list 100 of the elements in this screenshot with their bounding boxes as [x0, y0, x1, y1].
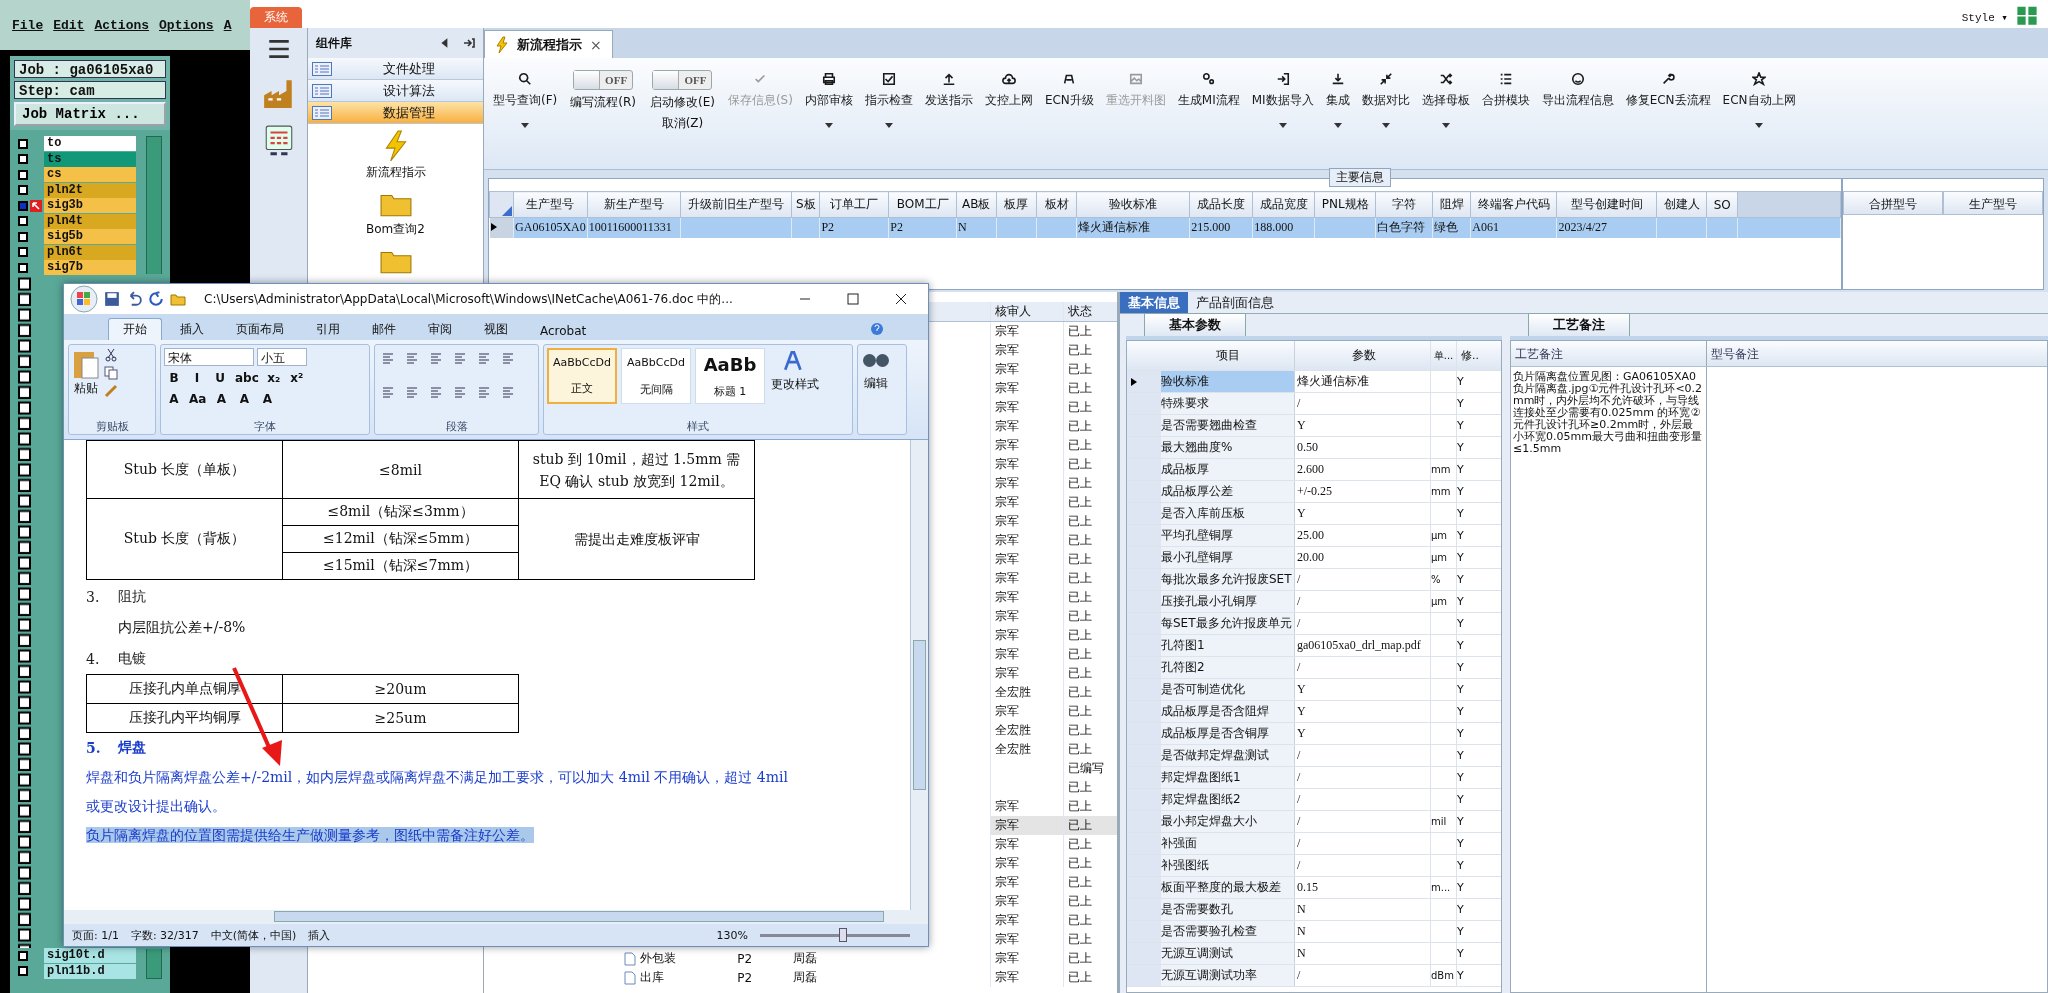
paragraph-format-icon[interactable] [429, 351, 443, 365]
brush-icon[interactable] [104, 384, 118, 398]
table-cell[interactable]: 宗军 [989, 360, 1064, 379]
table-cell[interactable]: 宗军 [989, 379, 1064, 398]
scrollbar[interactable] [64, 910, 928, 924]
table-cell[interactable]: 宗军 [989, 436, 1064, 455]
char-shading-button[interactable]: A [211, 390, 232, 408]
table-cell[interactable]: 已上 [1063, 683, 1117, 702]
column-header[interactable]: BOM工厂 [888, 191, 957, 218]
office-button[interactable] [70, 285, 98, 313]
new-flow-tile[interactable]: 新流程指示 [365, 130, 426, 181]
column-header[interactable]: 生产型号 [513, 191, 588, 218]
paragraph-format-icon[interactable] [405, 385, 419, 399]
panel-tab[interactable]: 基本参数 [1144, 313, 1246, 336]
column-header[interactable]: 单... [1431, 341, 1457, 370]
table-cell[interactable]: 宗军 [989, 854, 1064, 873]
panel-tab[interactable]: 工艺备注 [1528, 313, 1630, 336]
table-cell[interactable]: 宗军 [989, 949, 1064, 968]
paragraph-format-icon[interactable] [501, 351, 515, 365]
toolbar-button[interactable]: 指示检查 [861, 70, 916, 130]
font-color-button[interactable]: A [164, 390, 184, 408]
windows-logo-icon[interactable] [2016, 4, 2038, 26]
table-cell[interactable]: 已上 [1063, 398, 1117, 417]
toolbar-button[interactable]: 集成 [1322, 70, 1353, 130]
table-cell[interactable]: 宗军 [989, 550, 1064, 569]
table-cell[interactable]: 宗军 [989, 607, 1064, 626]
table-cell[interactable]: 宗军 [989, 341, 1064, 360]
menu-item[interactable]: A [223, 17, 232, 33]
paragraph-format-icon[interactable] [477, 385, 491, 399]
grid-row[interactable]: GA06105XA0 10011600011331 P2 P2 N 烽火通信标准 215.000 188.000 白色字符 绿色 A061 2023/4/27 [489, 217, 1841, 238]
close-button[interactable] [894, 292, 908, 306]
table-cell[interactable]: 已上 [1063, 911, 1117, 930]
layer-name[interactable]: to [44, 136, 136, 152]
table-cell[interactable]: 已上 [1063, 379, 1117, 398]
scroll-down-button[interactable] [146, 949, 162, 979]
sign-in-icon[interactable] [463, 37, 475, 49]
table-cell[interactable]: 已上 [1063, 550, 1117, 569]
paragraph-format-icon[interactable] [381, 351, 395, 365]
layer-checkbox[interactable] [18, 185, 28, 196]
table-cell[interactable]: 宗军 [989, 816, 1064, 835]
maximize-button[interactable] [846, 292, 860, 306]
column-header[interactable]: SO [1706, 191, 1738, 218]
help-icon[interactable] [870, 322, 884, 336]
table-cell[interactable]: 宗军 [989, 911, 1064, 930]
table-cell[interactable]: 已上 [1063, 740, 1117, 759]
table-cell[interactable]: 宗军 [989, 968, 1064, 987]
bom-query-tile[interactable]: Bom查询2 [366, 187, 425, 238]
ribbon-tab[interactable]: Acrobat [526, 322, 601, 340]
table-cell[interactable]: 已上 [1063, 835, 1117, 854]
table-cell[interactable]: 全宏胜 [989, 683, 1064, 702]
table-cell[interactable]: 已上 [1063, 531, 1117, 550]
italic-button[interactable]: I [187, 369, 207, 387]
document-tab[interactable]: 新流程指示 × [484, 30, 613, 58]
paste-button[interactable]: 粘贴 [72, 348, 100, 397]
ribbon-tab[interactable]: 插入 [166, 319, 218, 340]
column-header[interactable]: AB板 [956, 191, 997, 218]
column-header[interactable]: 状态 [1063, 302, 1117, 321]
sidebar-item[interactable]: 文件处理 [308, 58, 483, 80]
grid-corner[interactable] [489, 191, 514, 218]
table-cell[interactable]: 全宏胜 [989, 740, 1064, 759]
sidebar-item[interactable]: 设计算法 [308, 80, 483, 102]
layer-name[interactable]: ts [44, 151, 136, 167]
superscript-button[interactable]: x² [286, 369, 307, 387]
table-cell[interactable]: 已上 [1063, 436, 1117, 455]
table-cell[interactable]: 已上 [1063, 816, 1117, 835]
row-selector[interactable] [489, 217, 514, 238]
toggle-switch[interactable]: OFF [652, 70, 713, 90]
paragraph-format-icon[interactable] [405, 351, 419, 365]
table-cell[interactable]: 已上 [1063, 455, 1117, 474]
table-cell[interactable]: 全宏胜 [989, 721, 1064, 740]
table-cell[interactable]: 已上 [1063, 360, 1117, 379]
table-cell[interactable]: 宗军 [989, 702, 1064, 721]
zoom-thumb[interactable] [838, 928, 847, 942]
column-header[interactable]: 合拼型号 [1843, 191, 1943, 215]
table-cell[interactable]: 已编写 [1063, 759, 1117, 778]
ribbon-tab[interactable]: 开始 [108, 318, 162, 340]
table-cell[interactable]: 宗军 [989, 930, 1064, 949]
underline-button[interactable]: U [210, 369, 230, 387]
table-cell[interactable]: 宗军 [989, 664, 1064, 683]
tree-item[interactable]: 出库 [640, 969, 664, 986]
save-icon[interactable] [104, 291, 120, 307]
table-cell[interactable]: 宗军 [989, 588, 1064, 607]
toolbar-button[interactable]: 型号查询(F) [490, 70, 561, 130]
font-size-field[interactable]: 小五 [257, 348, 307, 366]
column-header[interactable]: 板材 [1036, 191, 1077, 218]
close-button[interactable]: × [590, 36, 602, 53]
layer-name[interactable]: sig3b [44, 198, 136, 214]
table-cell[interactable]: 宗军 [989, 892, 1064, 911]
panel-tab[interactable]: 基本信息 [1120, 292, 1188, 313]
panel-tab[interactable]: 产品剖面信息 [1188, 292, 1282, 313]
table-cell[interactable]: 已上 [1063, 474, 1117, 493]
menu-item[interactable]: Edit [53, 17, 85, 33]
column-header[interactable]: 生产型号 [1943, 191, 2043, 215]
column-header[interactable]: 修.. [1457, 348, 1483, 363]
layer-checkbox[interactable] [18, 262, 28, 273]
table-cell[interactable]: 已上 [1063, 949, 1117, 968]
table-cell[interactable]: 已上 [1063, 778, 1117, 797]
toolbar-button[interactable]: 选择母板 [1418, 70, 1473, 130]
table-cell[interactable]: 宗军 [989, 873, 1064, 892]
table-cell[interactable]: 已上 [1063, 341, 1117, 360]
